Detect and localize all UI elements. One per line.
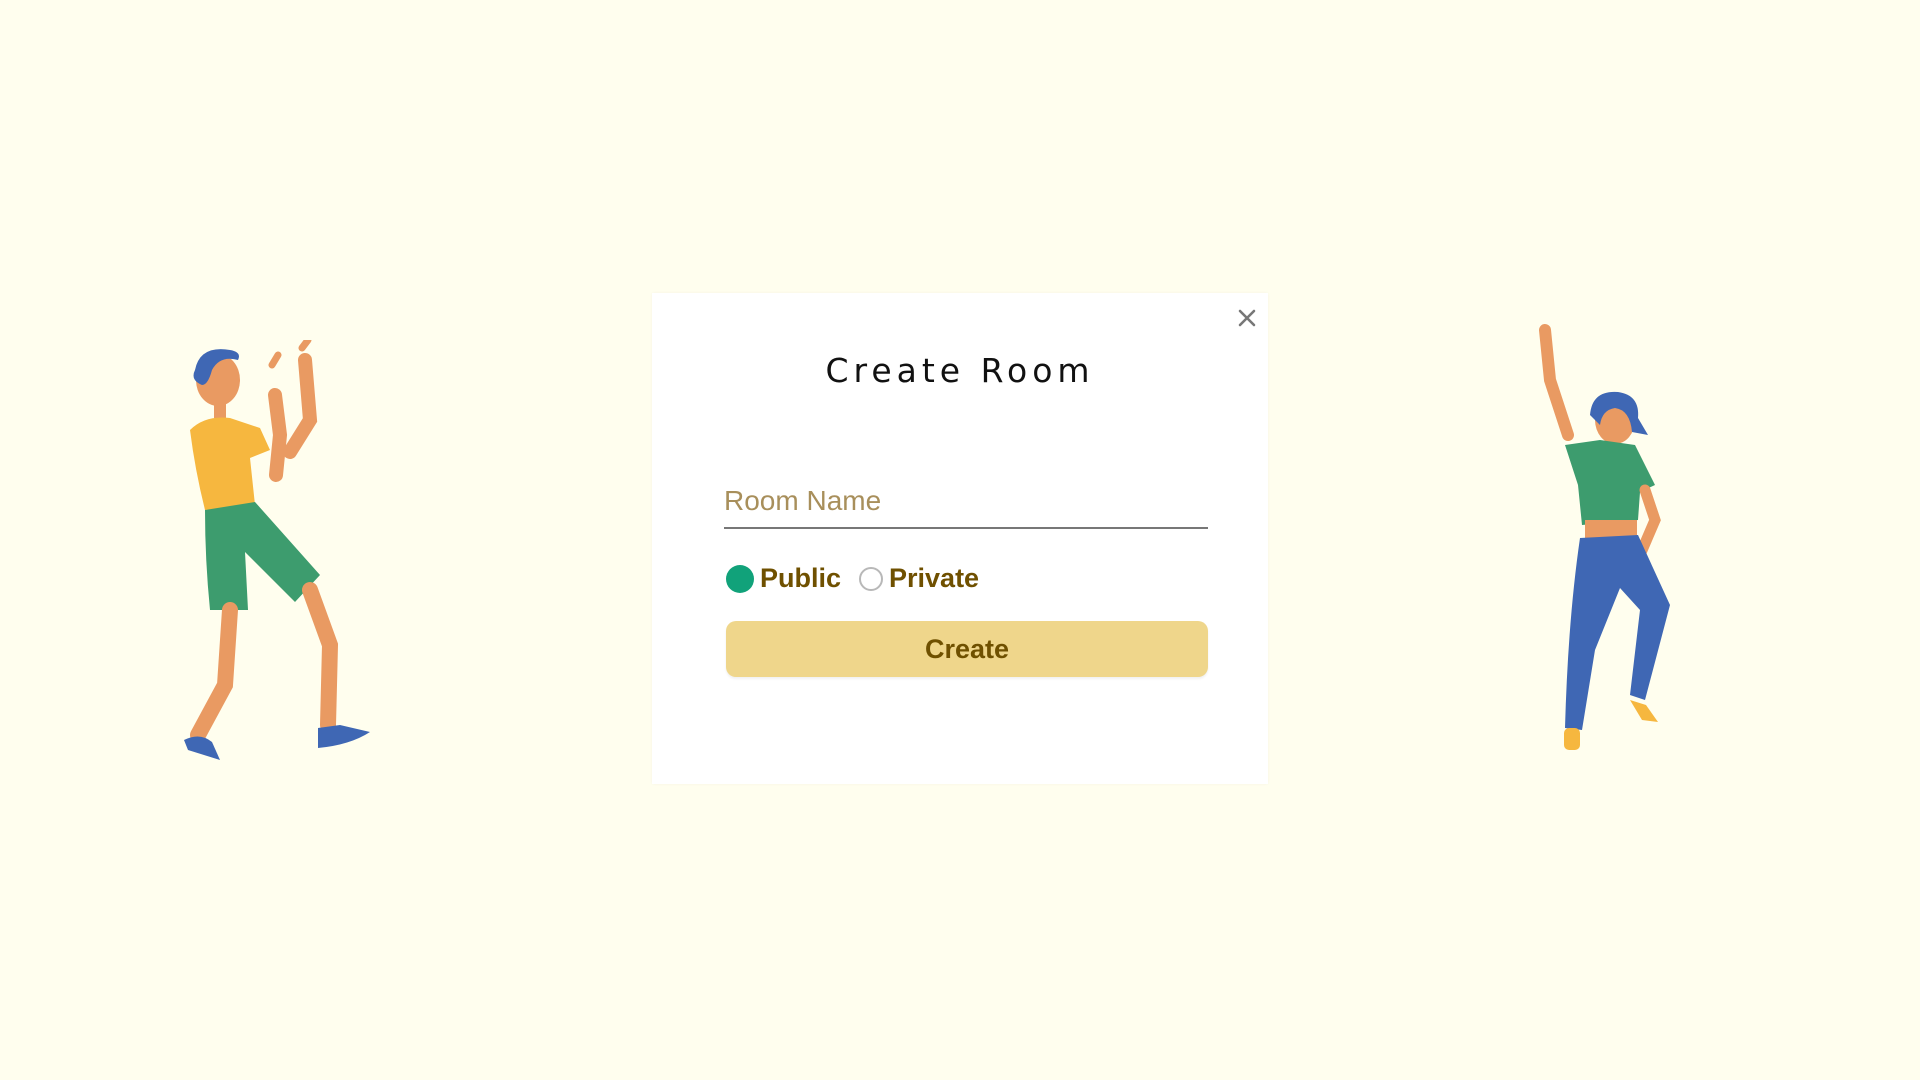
public-radio-option[interactable]: Public (726, 563, 841, 594)
visibility-radio-group: Public Private (726, 563, 979, 594)
modal-title: Create Room (825, 351, 1095, 390)
close-icon (1238, 309, 1256, 327)
private-radio-button[interactable] (859, 566, 884, 591)
room-name-field (724, 477, 1208, 529)
create-button[interactable]: Create (726, 621, 1208, 677)
create-room-modal: Create Room Public Private Create (652, 293, 1268, 784)
dancing-man-illustration (180, 336, 420, 790)
private-radio-option[interactable]: Private (859, 563, 979, 594)
close-button[interactable] (1232, 303, 1262, 333)
public-radio-label: Public (760, 563, 842, 593)
dancing-woman-illustration (1520, 320, 1720, 760)
page: Create Room Public Private Create (0, 0, 1920, 1080)
private-radio-label: Private (889, 563, 980, 593)
room-name-input[interactable] (724, 477, 1208, 525)
public-radio-button[interactable] (726, 564, 754, 593)
